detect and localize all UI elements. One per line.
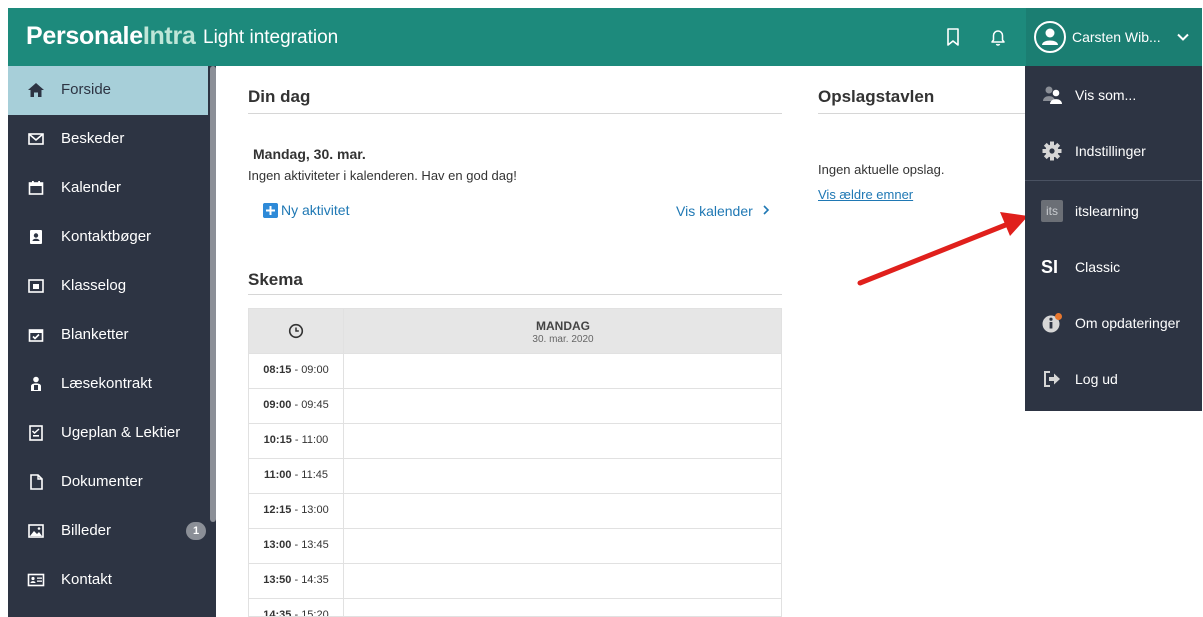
sidebar-item-label: Beskeder [61,130,125,147]
menu-item-vis-som[interactable]: Vis som... [1025,66,1202,122]
sidebar-item-kalender[interactable]: Kalender [8,164,208,213]
table-row: 13:50 - 14:35 [249,563,781,598]
bell-icon[interactable] [988,27,1008,47]
document-icon [30,474,43,490]
din-dag-message: Ingen aktiviteter i kalenderen. Hav en g… [248,168,517,183]
itslearning-icon: its [1041,200,1063,222]
sidebar-item-label: Dokumenter [61,473,143,490]
checklist-icon [29,425,43,441]
bookmark-icon[interactable] [943,27,963,47]
class-log-icon [28,279,44,293]
sidebar-item-label: Læsekontrakt [61,375,152,392]
chevron-right-icon [763,205,769,215]
users-icon [1043,86,1062,104]
menu-item-itslearning[interactable]: its itslearning [1025,182,1202,238]
user-name: Carsten Wib... [1072,29,1161,45]
sidebar-item-dokumenter[interactable]: Dokumenter [8,458,208,507]
sidebar-item-label: Kontaktbøger [61,228,152,245]
id-card-icon [27,573,45,587]
sidebar-item-billeder[interactable]: Billeder 1 [8,507,208,556]
table-row: 13:00 - 13:45 [249,528,781,563]
schedule-table: MANDAG 30. mar. 2020 08:15 - 09:00 09:00… [248,308,782,617]
user-avatar-icon [1034,21,1066,53]
sidebar-item-label: Blanketter [61,326,129,343]
sidebar-item-forside[interactable]: Forside [8,66,208,115]
plus-icon[interactable] [263,203,278,218]
sidebar-scrollbar[interactable] [210,66,216,522]
opslag-title: Opslagstavlen [818,87,935,106]
opslag-message: Ingen aktuelle opslag. [818,162,945,177]
table-row: 10:15 - 11:00 [249,423,781,458]
contact-book-icon [30,230,42,244]
sidebar-item-blanketter[interactable]: Blanketter [8,311,208,360]
gear-icon [1042,141,1062,161]
din-dag-title: Din dag [248,87,311,106]
sidebar-item-label: Kalender [61,179,122,196]
menu-item-indstillinger[interactable]: Indstillinger [1025,122,1202,178]
divider [248,294,782,295]
sidebar-item-kontaktboger[interactable]: Kontaktbøger [8,213,208,262]
form-calendar-icon [28,329,44,342]
menu-item-classic[interactable]: SI Classic [1025,238,1202,294]
clock-icon [288,323,304,339]
reader-icon [31,376,41,391]
sidebar-item-kontakt[interactable]: Kontakt [8,556,208,605]
sidebar-item-label: Ugeplan & Lektier [61,424,181,441]
sidebar-item-klasselog[interactable]: Klasselog [8,262,208,311]
sidebar-item-beskeder[interactable]: Beskeder [8,115,208,164]
table-row: 11:00 - 11:45 [249,458,781,493]
divider [818,113,1025,114]
menu-divider [1025,180,1202,181]
table-row: 09:00 - 09:45 [249,388,781,423]
schedule-day: MANDAG [536,319,590,333]
logout-icon [1044,371,1060,387]
sidebar-item-label: Kontakt [61,571,112,588]
schedule-day-date: 30. mar. 2020 [532,334,594,345]
menu-item-om-opdateringer[interactable]: Om opdateringer [1025,294,1202,350]
din-dag-date: Mandag, 30. mar. [253,146,366,162]
info-update-icon [1042,313,1062,333]
divider [248,113,782,114]
table-row: 14:35 - 15:20 [249,598,781,616]
logo[interactable]: PersonaleIntra [26,22,196,51]
header-subtitle: Light integration [203,27,339,48]
show-calendar-link[interactable]: Vis kalender [676,203,771,219]
annotation-arrow [857,212,1028,286]
new-activity-link[interactable]: Ny aktivitet [281,202,349,218]
user-menu-toggle[interactable]: Carsten Wib... [1026,8,1202,66]
count-badge: 1 [186,522,206,540]
table-row: 08:15 - 09:00 [249,353,781,388]
skema-title: Skema [248,270,303,289]
sidebar-item-laesekontrakt[interactable]: Læsekontrakt [8,360,208,409]
image-icon [28,524,44,538]
sidebar-item-label: Billeder [61,522,112,539]
top-header: PersonaleIntra Light integration Carsten… [8,8,1202,66]
sidebar-item-ugeplan[interactable]: Ugeplan & Lektier [8,409,208,458]
home-icon [28,83,44,97]
sidebar-item-label: Klasselog [61,277,127,294]
menu-item-log-ud[interactable]: Log ud [1025,350,1202,406]
table-row: 12:15 - 13:00 [249,493,781,528]
classic-icon: SI [1041,257,1059,277]
user-dropdown-menu: Vis som... Indstillinger its itslearning… [1025,66,1202,411]
envelope-icon [28,133,44,145]
sidebar: Forside Beskeder Kalender Kontaktbøger K… [8,66,216,617]
calendar-icon [28,181,44,195]
sidebar-item-label: Forside [61,81,112,98]
chevron-down-icon [1177,33,1189,41]
